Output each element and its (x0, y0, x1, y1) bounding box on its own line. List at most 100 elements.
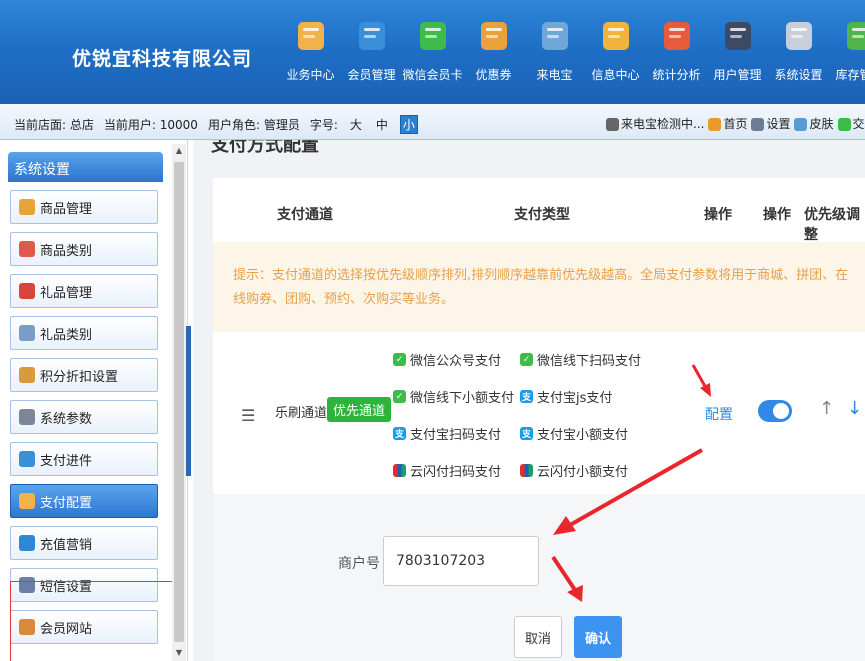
skin-link-icon (794, 118, 808, 131)
sidebar-item-4[interactable]: 积分折扣设置 (10, 358, 158, 392)
stock-icon (843, 14, 865, 54)
shift-link[interactable]: 交班 (837, 115, 865, 132)
top-nav: 业务中心会员管理微信会员卡优惠券 来电宝 信息中心统计分析用户管理系统设置库存管理 (280, 14, 865, 83)
info-links: 来电宝检测中...首页设置皮肤交班 (606, 115, 865, 132)
move-up-icon[interactable]: ↑ (819, 398, 834, 419)
menu-icon (19, 409, 35, 425)
sidebar-item-label: 支付配置 (40, 495, 93, 511)
font-medium-button[interactable]: 中 (374, 116, 390, 133)
sidebar-item-5[interactable]: 系统参数 (10, 400, 158, 434)
panel-splitter[interactable] (186, 326, 191, 476)
menu-icon (19, 241, 35, 257)
nav-item-0[interactable]: 业务中心 (280, 14, 341, 83)
nav-item-6[interactable]: 统计分析 (646, 14, 707, 83)
font-large-button[interactable]: 大 (348, 116, 364, 133)
sidebar-item-6[interactable]: 支付进件 (10, 442, 158, 476)
member-icon (355, 14, 389, 54)
enable-toggle[interactable] (758, 400, 792, 422)
main-panel: 支付方式配置 支付通道 支付类型 操作 操作 优先级调整 提示：支付通道的选择按… (193, 140, 865, 661)
pay-type-7: 云闪付小额支付 (520, 461, 628, 480)
wx-pay-icon: ✓ (520, 353, 533, 366)
user-info: 当前用户: 10000 (103, 118, 198, 132)
nav-item-4[interactable]: 来电宝 (524, 14, 585, 83)
merchant-id-input[interactable] (383, 536, 539, 586)
ali-pay-icon: 支 (520, 427, 533, 440)
header-type: 支付类型 (514, 207, 570, 223)
config-form: 商户号 取消 确认 (213, 494, 865, 661)
nav-item-1[interactable]: 会员管理 (341, 14, 402, 83)
phone-monitor-link-icon (606, 118, 619, 131)
role-info: 用户角色: 管理员 (207, 118, 300, 132)
drag-handle-icon[interactable]: ☰ (241, 406, 255, 425)
scroll-up-icon[interactable]: ▲ (172, 144, 186, 158)
nav-label: 库存管理 (835, 68, 865, 82)
nav-item-9[interactable]: 库存管理 (829, 14, 865, 83)
nav-item-8[interactable]: 系统设置 (768, 14, 829, 83)
header-op1: 操作 (704, 207, 732, 223)
sidebar-item-0[interactable]: 商品管理 (10, 190, 158, 224)
sidebar-item-label: 系统参数 (40, 411, 93, 427)
cancel-button[interactable]: 取消 (514, 616, 562, 658)
header-channel: 支付通道 (277, 207, 333, 223)
nav-item-3[interactable]: 优惠券 (463, 14, 524, 83)
wechat-icon (416, 14, 450, 54)
channel-name: 乐刷通道 (275, 406, 328, 421)
settings-link[interactable]: 设置 (751, 115, 790, 132)
sidebar-item-2[interactable]: 礼品管理 (10, 274, 158, 308)
coupon-icon (477, 14, 511, 54)
phone-icon (538, 14, 572, 54)
sidebar-item-label: 支付进件 (40, 453, 93, 469)
phone-monitor-link[interactable]: 来电宝检测中... (606, 115, 704, 132)
nav-label: 微信会员卡 (402, 68, 463, 82)
home-link-icon (708, 118, 722, 131)
sidebar-item-label: 礼品管理 (40, 285, 93, 301)
header-op2: 操作 (763, 207, 791, 223)
ali-pay-icon: 支 (520, 390, 533, 403)
nav-item-5[interactable]: 信息中心 (585, 14, 646, 83)
sidebar-item-7[interactable]: 支付配置 (10, 484, 158, 518)
move-down-icon[interactable]: ↓ (847, 398, 862, 419)
menu-icon (19, 451, 35, 467)
sidebar-item-8[interactable]: 充值营销 (10, 526, 158, 560)
sidebar-scrollbar[interactable]: ▲ ▼ (172, 144, 186, 661)
scroll-down-icon[interactable]: ▼ (172, 646, 186, 660)
user-icon (721, 14, 755, 54)
priority-tag: 优先通道 (327, 397, 392, 422)
nav-label: 用户管理 (713, 68, 762, 82)
font-size-label: 字号: (309, 118, 338, 132)
wx-pay-icon: ✓ (393, 390, 406, 403)
chart-icon (660, 14, 694, 54)
sidebar-item-label: 充值营销 (40, 537, 93, 553)
menu-icon (19, 325, 35, 341)
store-info: 当前店面: 总店 (14, 118, 94, 132)
sidebar-item-3[interactable]: 礼品类别 (10, 316, 158, 350)
pay-type-0: ✓ 微信公众号支付 (393, 350, 501, 369)
confirm-button[interactable]: 确认 (574, 616, 622, 658)
menu-icon (19, 283, 35, 299)
home-link[interactable]: 首页 (708, 115, 747, 132)
pay-type-3: 支支付宝js支付 (520, 390, 613, 406)
pay-type-5: 支支付宝小额支付 (520, 427, 629, 443)
nav-label: 会员管理 (347, 68, 396, 82)
up-pay-icon (393, 464, 406, 477)
sidebar-item-1[interactable]: 商品类别 (10, 232, 158, 266)
skin-link[interactable]: 皮肤 (794, 115, 834, 132)
menu-icon (19, 493, 35, 509)
font-small-button[interactable]: 小 (399, 115, 418, 134)
mail-icon (599, 14, 633, 54)
tools-icon (782, 14, 816, 54)
payment-card: 支付通道 支付类型 操作 操作 优先级调整 提示：支付通道的选择按优先级顺序排列… (213, 178, 865, 661)
nav-label: 系统设置 (774, 68, 823, 82)
menu-icon (19, 367, 35, 383)
menu-icon (19, 535, 35, 551)
nav-item-7[interactable]: 用户管理 (707, 14, 768, 83)
scroll-thumb[interactable] (174, 162, 184, 642)
info-bar: 当前店面: 总店 当前用户: 10000 用户角色: 管理员 字号: 大 中 小… (0, 104, 865, 140)
nav-item-2[interactable]: 微信会员卡 (402, 14, 463, 83)
pay-type-6: 云闪付扫码支付 (393, 461, 501, 480)
sidebar: 系统设置 商品管理 商品类别 礼品管理 礼品类别 积分折扣设置 系统参数 支付进件 支付配置充… (0, 140, 188, 661)
config-link[interactable]: 配置 (705, 404, 733, 424)
pay-type-2: ✓ 微信线下小额支付 (393, 387, 514, 406)
shift-link-icon (837, 118, 851, 131)
sidebar-item-label: 礼品类别 (40, 327, 93, 343)
